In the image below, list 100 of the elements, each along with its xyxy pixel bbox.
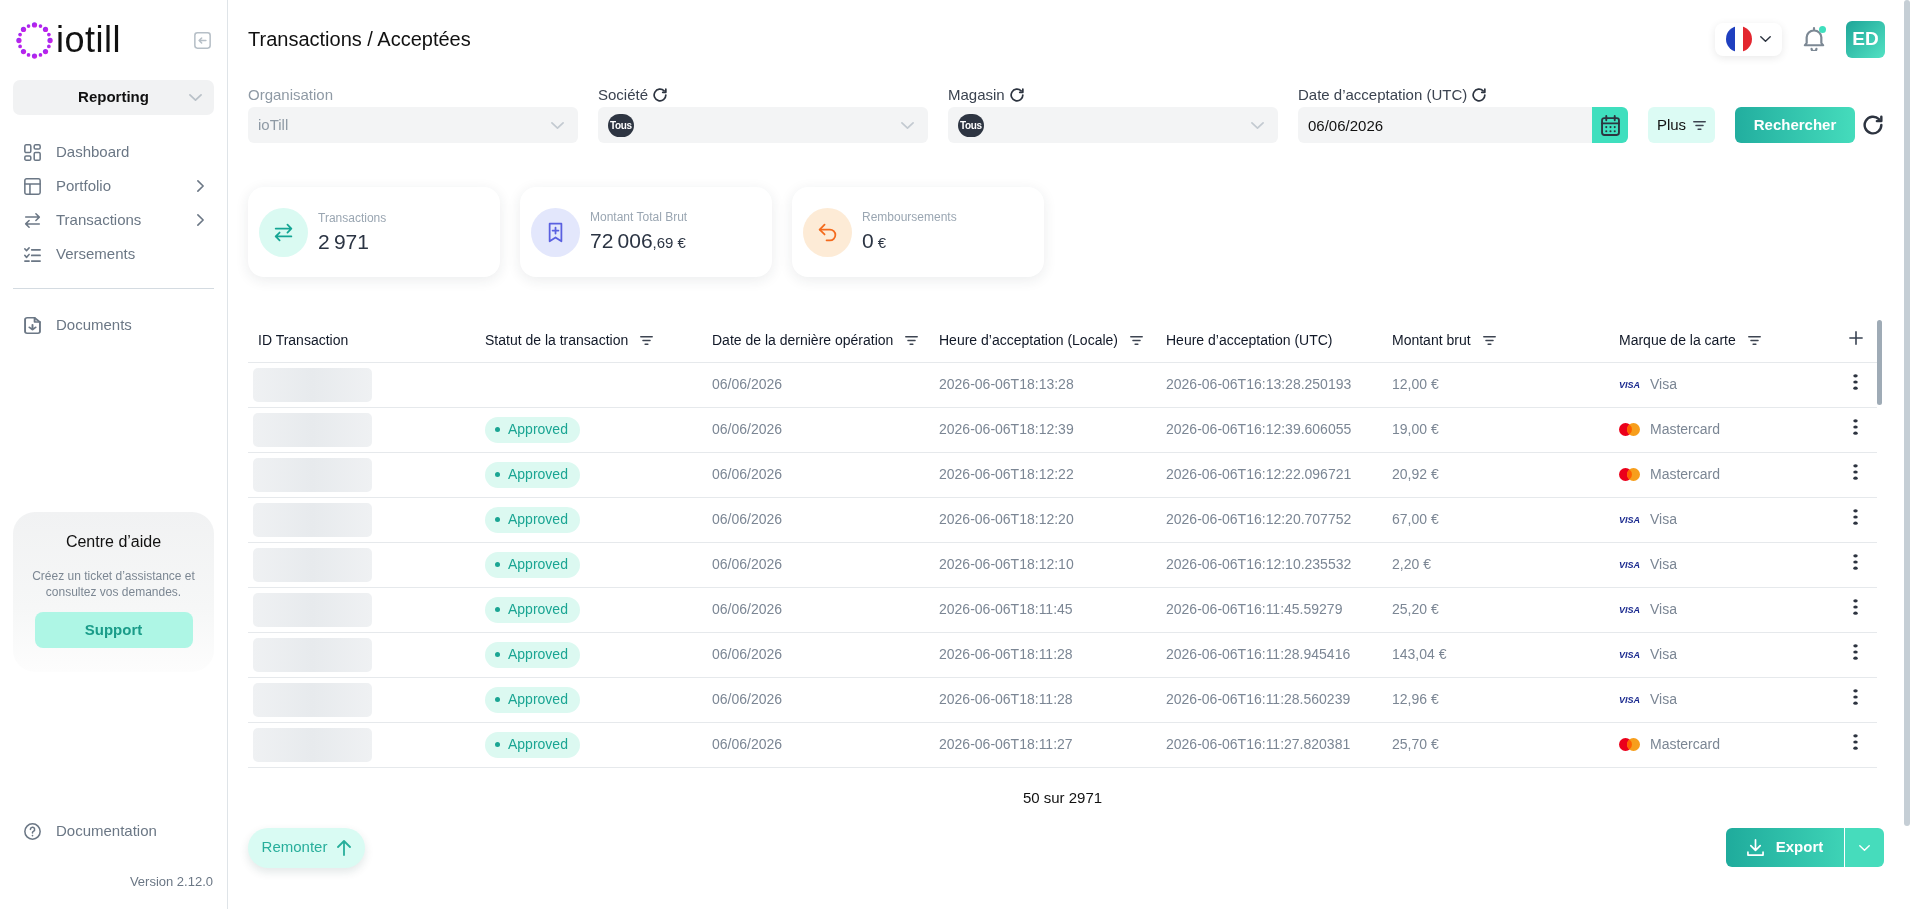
column-header: Statut de la transaction [485, 331, 629, 351]
filter-icon[interactable] [1747, 336, 1761, 346]
table-cell: 2026-06-06T16:11:28.945416 [1156, 632, 1382, 677]
module-select[interactable]: Reporting [13, 80, 214, 115]
card-logo: VISA [1619, 379, 1640, 390]
date-field[interactable]: 06/06/2026 [1298, 107, 1592, 143]
status-dot-icon [495, 427, 500, 432]
table-cell: 06/06/2026 [702, 587, 929, 632]
table-cell: 2026-06-06T16:11:45.59279 [1156, 587, 1382, 632]
table-cell: 2026-06-06T16:12:10.235532 [1156, 542, 1382, 587]
card-brand: Mastercard [1650, 420, 1721, 439]
filter-icon [1693, 120, 1707, 130]
table-cell: 2026-06-06T18:13:28 [929, 362, 1156, 407]
status-dot-icon [495, 697, 500, 702]
nav-item[interactable]: Transactions [13, 203, 214, 237]
table-cell: 143,04 € [1382, 632, 1609, 677]
row-menu-button[interactable] [1853, 463, 1859, 480]
nav-item[interactable]: Documents [13, 308, 214, 342]
vertical-dots-icon [1853, 688, 1858, 705]
table-cell: 2026-06-06T16:11:28.560239 [1156, 677, 1382, 722]
row-menu-button[interactable] [1853, 508, 1859, 525]
column-header: Date de la dernière opération [712, 331, 894, 351]
filter-icon[interactable] [1130, 336, 1143, 346]
refresh-icon[interactable] [1472, 88, 1487, 102]
row-menu-button[interactable] [1853, 688, 1859, 705]
stat-value: 2 971 [318, 228, 370, 255]
refresh-icon [1863, 115, 1883, 135]
row-menu-button[interactable] [1853, 418, 1859, 435]
file-download-icon [24, 316, 41, 334]
support-button[interactable]: Support [34, 612, 193, 648]
filter-label: Organisation [248, 86, 334, 104]
card-brand: Visa [1650, 375, 1677, 394]
refresh-icon[interactable] [653, 88, 668, 102]
status-label: Approved [508, 600, 568, 619]
card-logo: VISA [1619, 604, 1640, 615]
select-field[interactable]: Tous [598, 107, 928, 143]
stat-label: Montant Total Brut [590, 208, 688, 225]
table-cell: 2,20 € [1382, 542, 1609, 587]
table-cell: 06/06/2026 [702, 407, 929, 452]
table-cell: 2026-06-06T16:11:27.820381 [1156, 722, 1382, 767]
card-logo-icon [1619, 468, 1640, 481]
vertical-dots-icon [1853, 418, 1858, 435]
column-header: ID Transaction [258, 331, 349, 351]
calendar-icon [1600, 114, 1620, 136]
column-header: Heure d’acceptation (UTC) [1166, 331, 1333, 351]
table-cell: 19,00 € [1382, 407, 1609, 452]
language-selector[interactable] [1715, 22, 1782, 56]
stat-value: 0 € [862, 227, 888, 254]
calendar-button[interactable] [1592, 107, 1628, 143]
row-menu-button[interactable] [1853, 643, 1859, 660]
table-cell: 2026-06-06T18:11:28 [929, 677, 1156, 722]
flag-icon [1726, 26, 1752, 52]
stat-value: 72 006,69 € [590, 227, 687, 254]
transfer-arrows-icon [259, 207, 308, 257]
row-menu-button[interactable] [1853, 373, 1859, 390]
status-dot-icon [495, 517, 500, 522]
page-title: Transactions / Acceptées [248, 27, 471, 52]
vertical-dots-icon [1853, 553, 1858, 570]
bell-icon [1803, 27, 1825, 52]
table-cell: 2026-06-06T18:11:28 [929, 632, 1156, 677]
logo-text: iotill [56, 22, 121, 58]
scrollbar-thumb[interactable] [1877, 320, 1882, 405]
table-cell: 2026-06-06T18:11:27 [929, 722, 1156, 767]
row-menu-button[interactable] [1853, 553, 1859, 570]
select-field[interactable]: Tous [948, 107, 1278, 143]
vertical-dots-icon [1853, 733, 1858, 750]
question-circle-icon [24, 822, 41, 840]
filter-icon[interactable] [905, 336, 919, 346]
nav-item[interactable]: Documentation [13, 814, 214, 848]
more-filters-button[interactable]: Plus [1648, 107, 1715, 143]
filter-icon[interactable] [640, 336, 654, 346]
card-brand: Visa [1650, 510, 1677, 529]
refresh-button[interactable] [1863, 115, 1883, 135]
status-label: Approved [508, 735, 568, 754]
row-menu-button[interactable] [1853, 598, 1859, 615]
table-cell: 06/06/2026 [702, 362, 929, 407]
nav-item[interactable]: Versements [13, 237, 214, 271]
nav-item[interactable]: Dashboard [13, 135, 214, 169]
vertical-dots-icon [1853, 373, 1858, 390]
table-cell: 06/06/2026 [702, 677, 929, 722]
filter-icon[interactable] [1482, 336, 1496, 346]
nav-item[interactable]: Portfolio [13, 169, 214, 203]
status-dot-icon [495, 742, 500, 747]
table-cell: 12,96 € [1382, 677, 1609, 722]
status-label: Approved [508, 690, 568, 709]
table-cell: 2026-06-06T16:12:22.096721 [1156, 452, 1382, 497]
filter-label: Date d’acceptation (UTC) [1298, 86, 1468, 104]
row-menu-button[interactable] [1853, 733, 1859, 750]
scrollbar-thumb[interactable] [1904, 0, 1910, 826]
stat-label: Transactions [318, 209, 387, 226]
filter-label: Société [598, 86, 649, 104]
back-to-top-button[interactable]: Remonter [248, 827, 365, 868]
bookmark-plus-icon [531, 207, 580, 257]
notifications-button[interactable] [1802, 26, 1826, 52]
value-chip: Tous [608, 113, 634, 137]
status-label: Approved [508, 510, 568, 529]
vertical-dots-icon [1853, 508, 1858, 525]
refresh-icon[interactable] [1009, 88, 1024, 102]
table-layout-icon [24, 177, 41, 195]
table-cell: 06/06/2026 [702, 632, 929, 677]
